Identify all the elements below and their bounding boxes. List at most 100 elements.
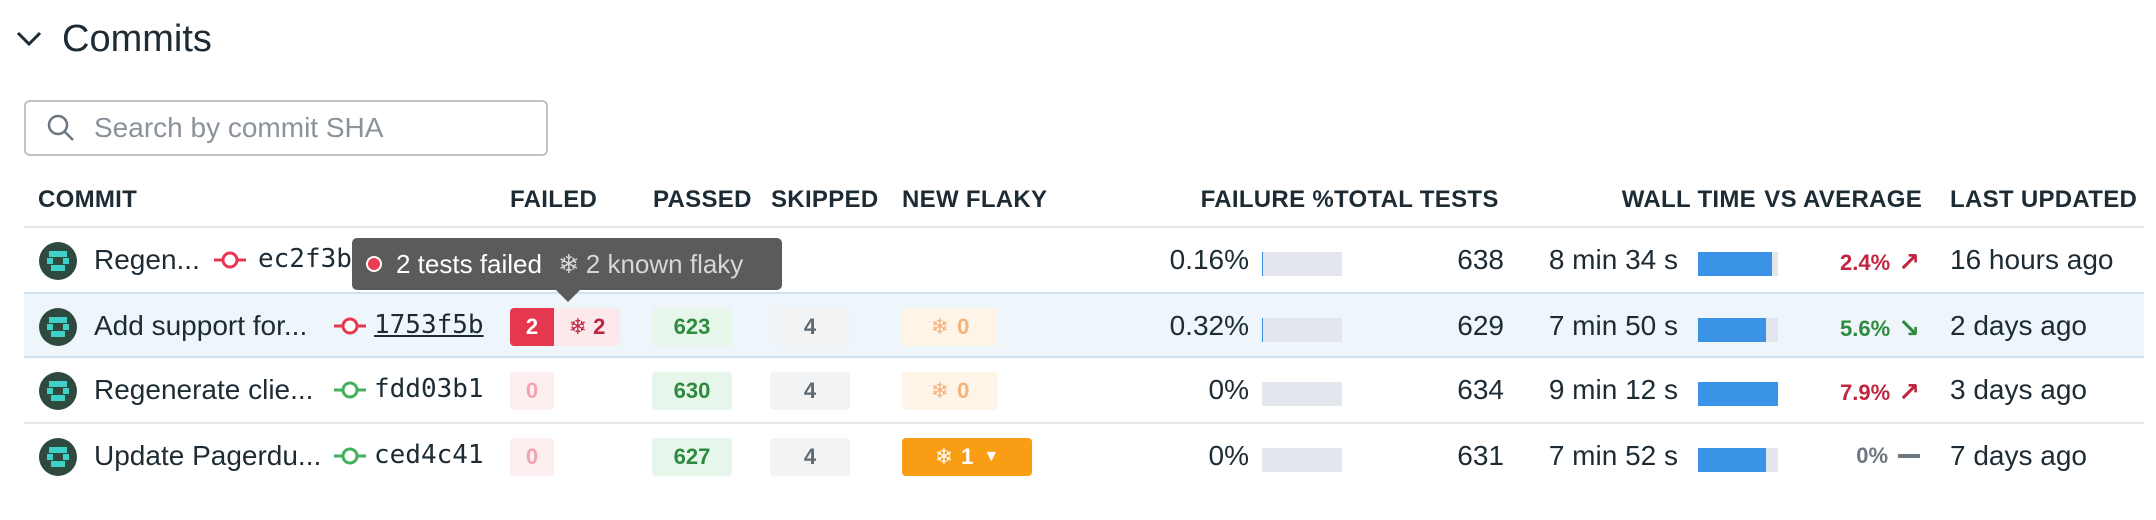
snowflake-icon: ❄ [568,314,588,339]
wall-time: 8 min 34 s [1548,244,1678,275]
failure-percent-bar [1262,252,1342,276]
column-header-passed[interactable]: PASSED [653,186,752,214]
search-icon [46,113,76,143]
arrow-up-right-icon: ↗ [1898,247,1920,277]
failed-count-badge[interactable]: 2 [510,308,554,346]
vs-average-text: 5.6% [1840,315,1891,341]
table-row[interactable]: Regen... ec2f3b 4 ❄0 0.16% 638 8 min 34 … [24,228,2144,294]
caret-down-icon: ▼ [983,448,1000,465]
new-flaky-count: 0 [957,314,970,339]
commit-sha-link[interactable]: 1753f5b [374,310,484,340]
table-header: COMMIT FAILED PASSED SKIPPED NEW FLAKY F… [24,174,2144,228]
wall-time: 7 min 52 s [1548,440,1678,471]
failure-percent-bar-fill [1262,318,1263,342]
section-title: Commits [62,17,212,60]
new-flaky-badge[interactable]: ❄0 [902,372,998,410]
last-updated: 7 days ago [1950,440,2087,471]
failure-percent: 0.16% [1169,244,1249,275]
avatar [38,437,78,477]
column-header-total-tests[interactable]: TOTAL TESTS [1334,186,1499,214]
commit-icon [334,446,366,466]
column-header-vs-average[interactable]: VS AVERAGE [1764,186,1922,214]
passed-count-badge: 627 [652,438,732,476]
commit-sha-link[interactable]: ec2f3b [258,244,352,274]
failure-percent-bar-fill [1262,252,1263,276]
table-row[interactable]: Add support for... 1753f5b 2 ❄ 2 623 4 ❄ 0… [24,292,2144,358]
tooltip-flaky-text: 2 known flaky [585,248,744,279]
new-flaky-count: 1 [961,444,974,469]
skipped-count-badge: 4 [770,308,850,346]
avatar [38,241,78,281]
total-tests: 629 [1457,310,1504,341]
last-updated: 2 days ago [1950,310,2087,341]
commit-message: Update Pagerdu... [94,440,322,471]
new-flaky-dropdown[interactable]: ❄ 1 ▼ [902,438,1032,476]
failure-percent-bar [1262,318,1342,342]
commit-sha-link[interactable]: ced4c41 [374,440,484,470]
last-updated: 3 days ago [1950,374,2087,405]
failure-percent: 0% [1208,374,1249,405]
tooltip-failed-text: 2 tests failed [396,248,542,279]
failure-percent-bar [1262,382,1342,406]
column-header-commit[interactable]: COMMIT [38,186,137,214]
total-tests: 631 [1457,440,1504,471]
vs-average-value: 7.9% ↗ [1764,377,1920,408]
vs-average-text: 0% [1856,443,1888,468]
skipped-count-badge: 4 [770,372,850,410]
skipped-count-badge: 4 [770,438,850,476]
vs-average-value: 5.6% ↘ [1764,313,1920,344]
commit-message: Regenerate clie... [94,374,314,405]
chevron-down-icon[interactable] [14,22,48,56]
wall-time-bar-fill [1698,252,1772,276]
column-header-failed[interactable]: FAILED [510,186,597,214]
search-box[interactable] [24,100,548,156]
vs-average-text: 2.4% [1840,249,1891,275]
failed-tests-tooltip: 2 tests failed ❄ 2 known flaky [352,238,782,302]
arrow-up-right-icon: ↗ [1898,377,1920,407]
failed-dot-icon [366,256,382,272]
last-updated: 16 hours ago [1950,244,2114,275]
total-tests: 634 [1457,374,1504,405]
column-header-wall-time[interactable]: WALL TIME [1524,186,1756,214]
failure-percent-bar [1262,448,1342,472]
tooltip-arrow [556,290,580,302]
tooltip-flaky: ❄ 2 known flaky [558,249,743,280]
commits-table: COMMIT FAILED PASSED SKIPPED NEW FLAKY F… [24,174,2144,490]
table-row[interactable]: Regenerate clie... fdd03b1 0 630 4 ❄ 0 0%… [24,358,2144,424]
wall-time: 7 min 50 s [1548,310,1678,341]
commit-message: Regen... [94,244,200,275]
snowflake-icon: ❄ [557,248,580,279]
passed-count-badge: 630 [652,372,732,410]
column-header-skipped[interactable]: SKIPPED [771,186,878,214]
snowflake-icon: ❄ [930,314,950,339]
vs-average-value: 2.4% ↗ [1764,247,1920,278]
commits-section-header[interactable]: Commits [14,14,212,64]
column-header-new-flaky[interactable]: NEW FLAKY [902,186,1047,214]
commit-message: Add support for... [94,310,308,341]
commit-sha-link[interactable]: fdd03b1 [374,374,484,404]
dash-icon [1898,454,1920,458]
vs-average-text: 7.9% [1840,379,1891,405]
commit-icon [214,250,246,270]
passed-count-badge: 623 [652,308,732,346]
arrow-down-right-icon: ↘ [1898,313,1920,343]
vs-average-value: 0% [1764,443,1920,469]
known-flaky-badge[interactable]: ❄ 2 [554,308,620,346]
commit-icon [334,380,366,400]
table-row[interactable]: Update Pagerdu... ced4c41 0 627 4 ❄ 1 ▼ 0%… [24,424,2144,490]
failure-percent: 0.32% [1169,310,1249,341]
commit-icon [334,316,366,336]
wall-time-bar-fill [1698,318,1766,342]
failed-count-badge: 0 [510,372,554,410]
column-header-last-updated[interactable]: LAST UPDATED [1950,186,2137,214]
wall-time: 9 min 12 s [1548,374,1678,405]
new-flaky-badge[interactable]: ❄0 [902,308,998,346]
known-flaky-count: 2 [593,314,606,339]
column-header-failure-pct[interactable]: FAILURE % [1144,186,1334,214]
wall-time-bar-fill [1698,448,1766,472]
search-input[interactable] [94,112,534,144]
snowflake-icon: ❄ [934,444,954,469]
avatar [38,307,78,347]
failed-count-badge: 0 [510,438,554,476]
snowflake-icon: ❄ [930,378,950,403]
